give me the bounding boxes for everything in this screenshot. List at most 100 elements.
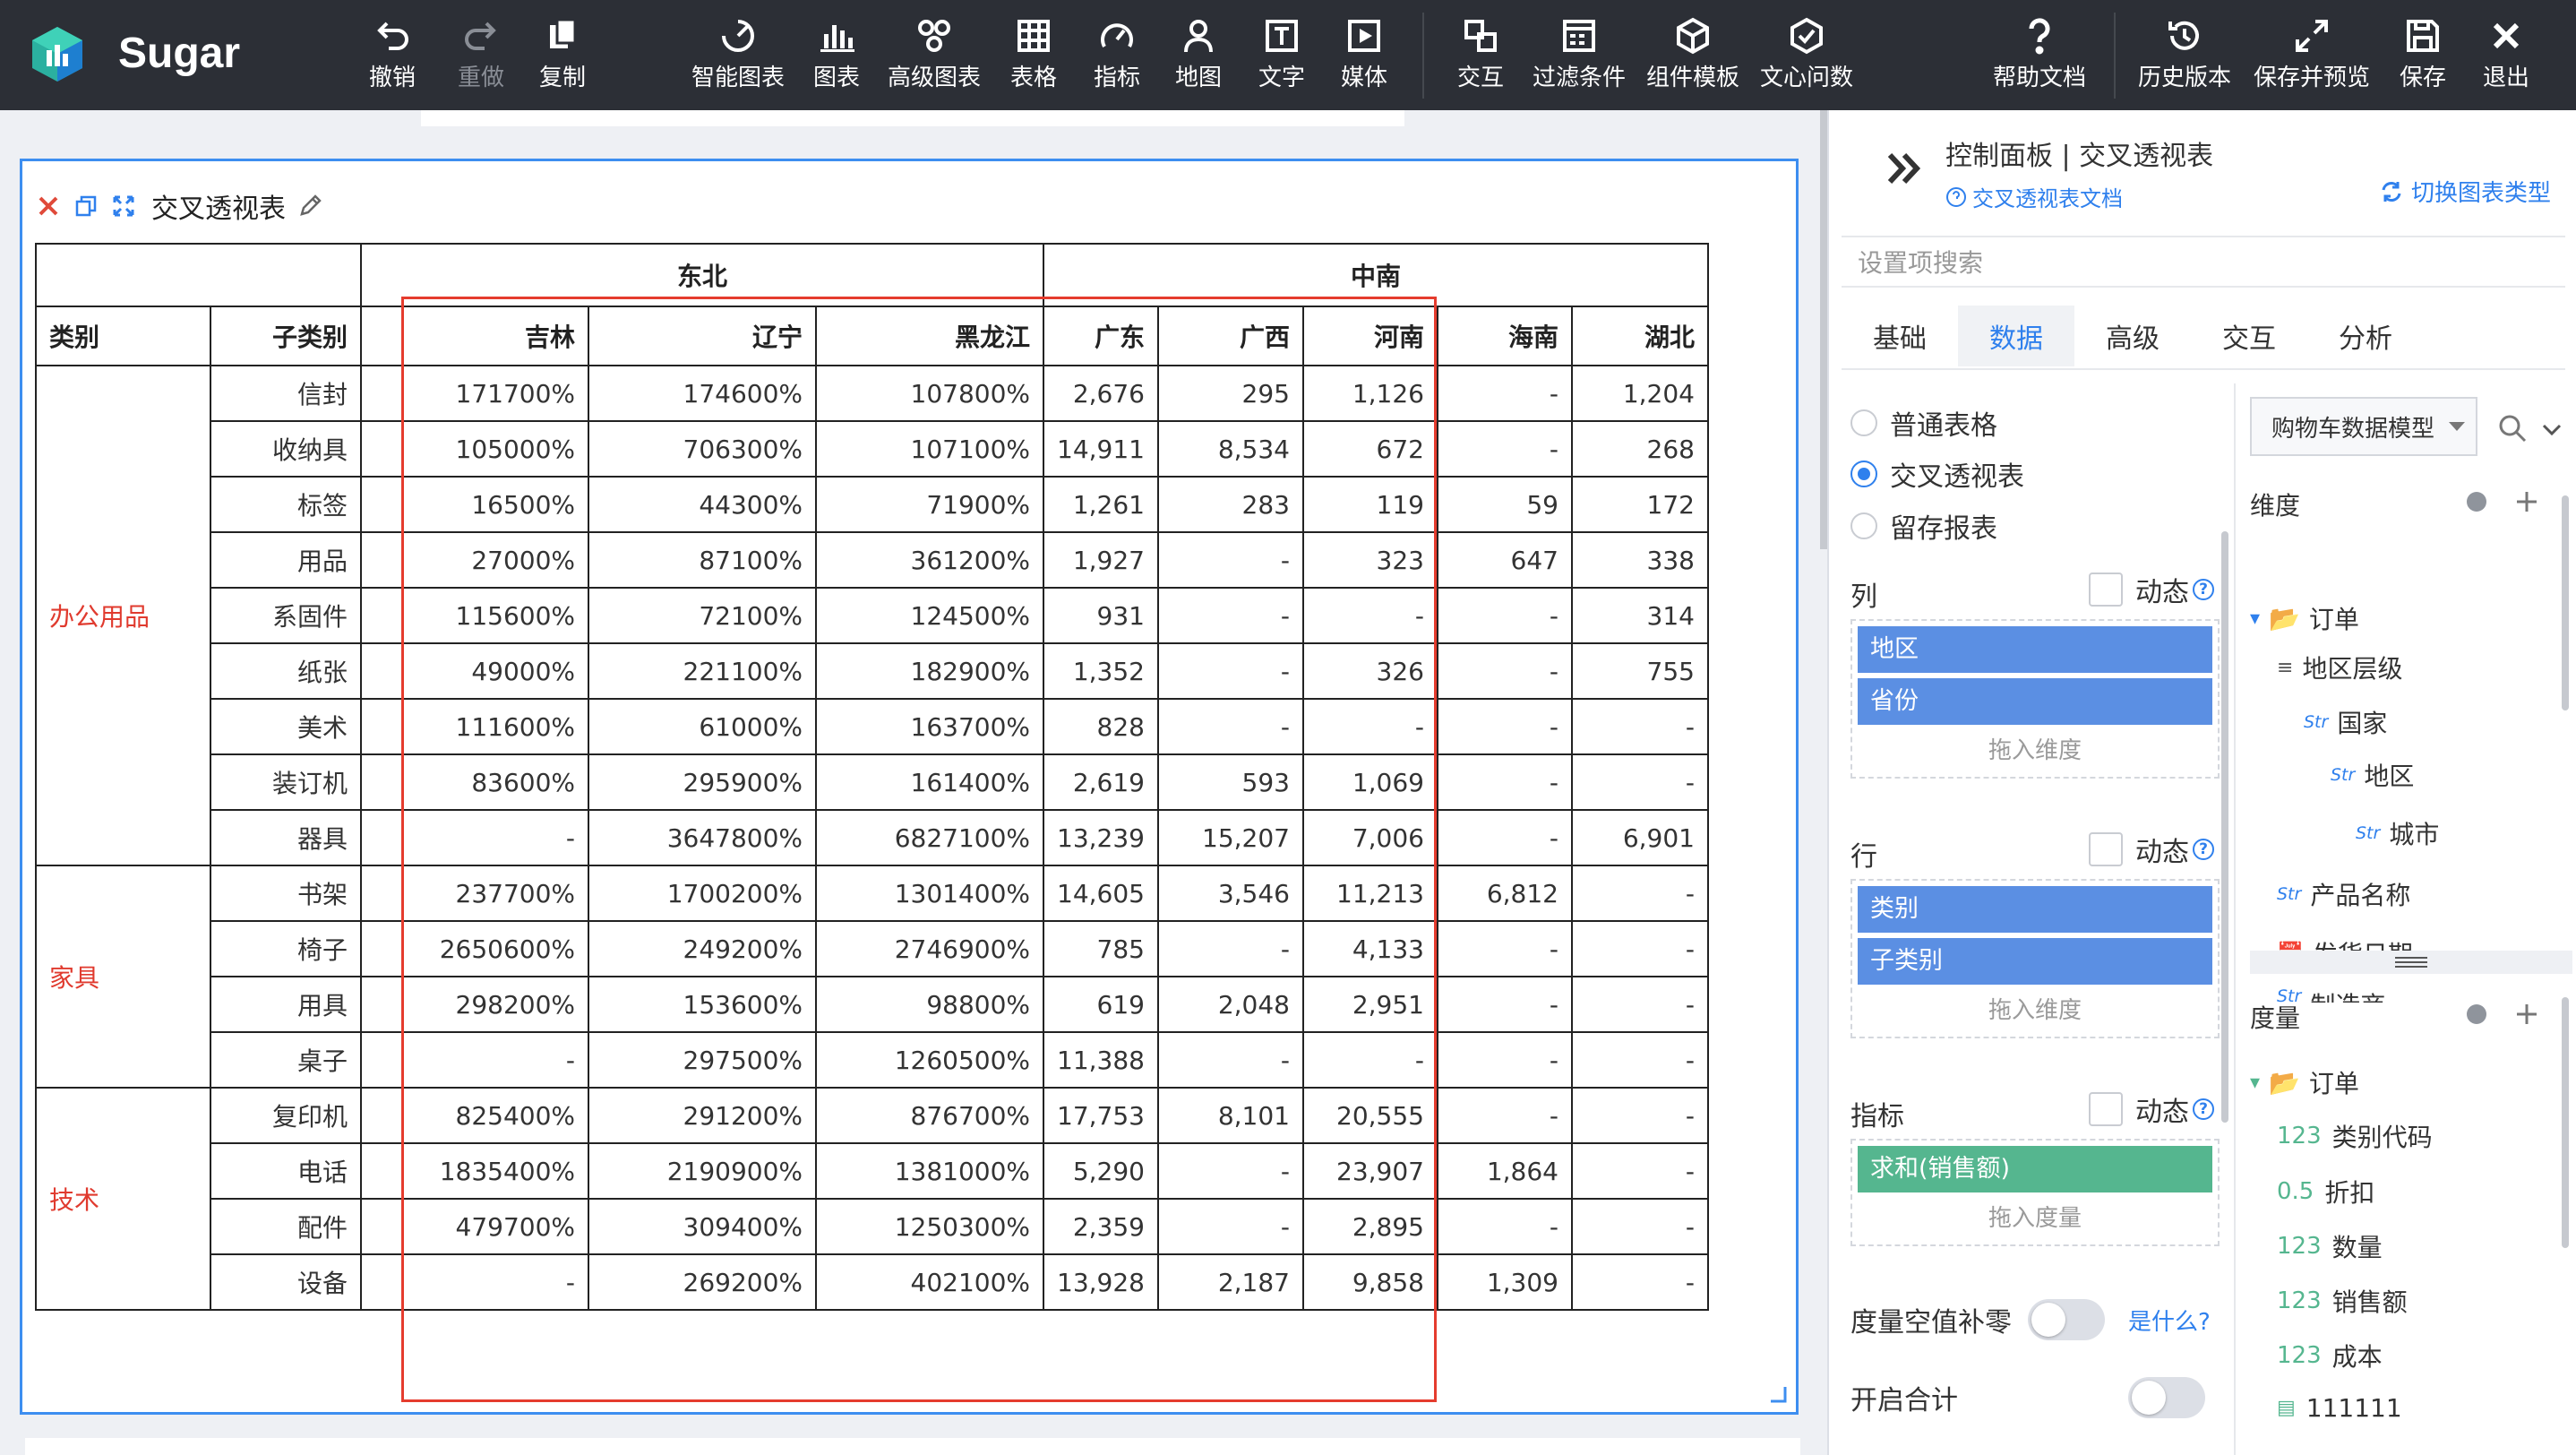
field-label: 产品名称 <box>2310 881 2411 910</box>
region-header: 东北 <box>360 243 1044 307</box>
measure-field-item[interactable]: 123 成本 <box>2277 1338 2383 1373</box>
measure-field-item[interactable]: 123 类别代码 <box>2277 1118 2433 1154</box>
text-button[interactable]: 文字 <box>1258 14 1305 99</box>
table-label: 表格 <box>1010 65 1058 91</box>
value-cell: 323 <box>1301 531 1438 589</box>
metrics-dropzone[interactable]: 求和(销售额) 拖入度量 <box>1850 1139 2220 1246</box>
value-cell: 13,928 <box>1043 1253 1159 1311</box>
add-measure-icon[interactable] <box>2515 1003 2538 1026</box>
value-cell: 297500% <box>588 1031 817 1089</box>
toolbar-divider <box>1422 13 1424 99</box>
value-cell: 2,951 <box>1301 976 1438 1033</box>
value-cell: - <box>1570 698 1709 755</box>
undo-icon <box>371 14 414 57</box>
filter-button[interactable]: 过滤条件 <box>1533 14 1626 99</box>
metrics-dynamic-toggle[interactable]: 动态 ? <box>2089 1091 2214 1128</box>
fill-zero-toggle[interactable] <box>2028 1299 2105 1340</box>
table-row: 电话 1835400% 2190900% 1381000% 5,290-23,907 1,… <box>36 1142 1709 1200</box>
duplicate-icon[interactable] <box>73 193 99 220</box>
measure-field-item[interactable]: ▾ 📂 订单 <box>2250 1064 2359 1100</box>
dimension-field-item[interactable]: Str 国家 <box>2304 704 2387 740</box>
indicator-button[interactable]: 指标 <box>1094 14 1140 99</box>
table-icon <box>1012 14 1055 57</box>
value-cell: - <box>1156 920 1304 977</box>
redo-button[interactable]: 重做 <box>458 14 504 99</box>
save-label: 保存 <box>2400 65 2447 91</box>
help-icon[interactable]: ? <box>2193 1098 2214 1120</box>
subcategory-cell: 器具 <box>210 809 362 866</box>
help-docs-button[interactable]: 帮助文档 <box>1993 14 2086 99</box>
map-button[interactable]: 地图 <box>1175 14 1222 99</box>
value-cell: 13,239 <box>1043 809 1159 866</box>
value-cell: 2650600% <box>360 920 589 977</box>
history-button[interactable]: 历史版本 <box>2138 14 2231 99</box>
exit-button[interactable]: 退出 <box>2483 14 2529 99</box>
category-cell: 家具 <box>35 865 211 1089</box>
value-cell: - <box>1436 976 1573 1033</box>
measure-field-item[interactable]: 0.5 折扣 <box>2277 1174 2374 1210</box>
value-cell: 161400% <box>815 753 1044 811</box>
value-cell: - <box>1436 1087 1573 1144</box>
value-cell: 2,895 <box>1301 1198 1438 1255</box>
measure-field-item[interactable]: ▤ 111111 <box>2277 1393 2402 1423</box>
resize-handle-icon[interactable] <box>1769 1385 1787 1403</box>
save-preview-button[interactable]: 保存并预览 <box>2254 14 2370 99</box>
value-cell: - <box>360 1253 589 1311</box>
table-row: 标签 16500% 44300% 71900% 1,261 283 119 59 172 <box>36 476 1709 533</box>
value-cell: 11,213 <box>1301 865 1438 922</box>
value-cell: 83600% <box>360 753 589 811</box>
fill-zero-help-link[interactable]: 是什么? <box>2128 1304 2211 1337</box>
measure-field-item[interactable]: 123 销售额 <box>2277 1283 2408 1319</box>
enable-total-toggle[interactable] <box>2128 1377 2205 1418</box>
fill-zero-label: 度量空值补零 <box>1850 1307 2012 1339</box>
chart-button[interactable]: 图表 <box>813 14 860 99</box>
measure-settings-icon[interactable] <box>2465 1003 2488 1026</box>
pivot-header-provinces: 类别 子类别 吉林 辽宁 黑龙江 广东 广西 河南 海南 湖北 <box>35 306 1709 366</box>
pivot-table-widget[interactable]: 交叉透视表 东北 中南 类别 子类别 吉林 辽宁 黑龙江 广东 广西 河南 海南… <box>20 159 1799 1415</box>
value-cell: 326 <box>1301 642 1438 700</box>
value-cell: - <box>1436 1031 1573 1089</box>
interaction-button[interactable]: 交互 <box>1457 14 1504 99</box>
dimension-field-item[interactable]: ▾ 📂 订单 <box>2250 600 2359 636</box>
media-button[interactable]: 媒体 <box>1341 14 1387 99</box>
value-cell: 15,207 <box>1156 809 1304 866</box>
gauge-icon <box>1095 14 1138 57</box>
delete-icon[interactable] <box>35 193 62 220</box>
subcategory-cell: 复印机 <box>210 1087 362 1144</box>
calculated-field-icon: ▤ <box>2277 1397 2296 1419</box>
measure-scrollbar[interactable] <box>2562 997 2569 1248</box>
value-cell: 672 <box>1301 420 1438 478</box>
value-cell: - <box>1156 1142 1304 1200</box>
dimension-field-item[interactable]: Str 产品名称 <box>2277 876 2410 912</box>
table-button[interactable]: 表格 <box>1010 14 1057 99</box>
value-cell: 338 <box>1570 531 1709 589</box>
save-button[interactable]: 保存 <box>2400 14 2446 99</box>
measure-field-item[interactable]: 123 数量 <box>2277 1228 2383 1264</box>
component-template-button[interactable]: 组件模板 <box>1646 14 1739 99</box>
field-label: 城市 <box>2389 820 2440 849</box>
value-cell: 619 <box>1043 976 1159 1033</box>
value-cell: - <box>1570 1253 1709 1311</box>
advanced-chart-button[interactable]: 高级图表 <box>888 14 981 99</box>
edit-pencil-icon[interactable] <box>296 193 323 220</box>
dynamic-label: 动态 <box>2135 1097 2189 1128</box>
copy-button[interactable]: 复制 <box>539 14 586 99</box>
table-row: 家具 书架 237700% 1700200% 1301400% 14,605 3,546 11… <box>35 865 1709 1089</box>
splitter-handle[interactable] <box>2250 951 2572 974</box>
dimension-field-item[interactable]: Str 城市 <box>2356 815 2439 851</box>
smart-chart-button[interactable]: 智能图表 <box>691 14 785 99</box>
fullscreen-icon[interactable] <box>110 193 137 220</box>
enable-total-label: 开启合计 <box>1850 1385 1958 1416</box>
wenxin-button[interactable]: 文心问数 <box>1760 14 1853 99</box>
dimension-field-item[interactable]: ≡ 地区层级 <box>2277 650 2402 685</box>
dimension-scrollbar[interactable] <box>2562 495 2569 710</box>
dynamic-checkbox[interactable] <box>2089 1092 2123 1126</box>
dimension-field-item[interactable]: Str 地区 <box>2331 757 2414 793</box>
pivot-table: 东北 中南 类别 子类别 吉林 辽宁 黑龙江 广东 广西 河南 海南 湖北 办公… <box>35 243 1709 1311</box>
value-cell: 20,555 <box>1301 1087 1438 1144</box>
field-label: 制造商 <box>2310 986 2385 1003</box>
value-cell: - <box>1436 698 1573 755</box>
metric-pill-sum-sales[interactable]: 求和(销售额) <box>1858 1146 2212 1192</box>
category-cell: 办公用品 <box>35 365 211 866</box>
undo-button[interactable]: 撤销 <box>369 14 416 99</box>
